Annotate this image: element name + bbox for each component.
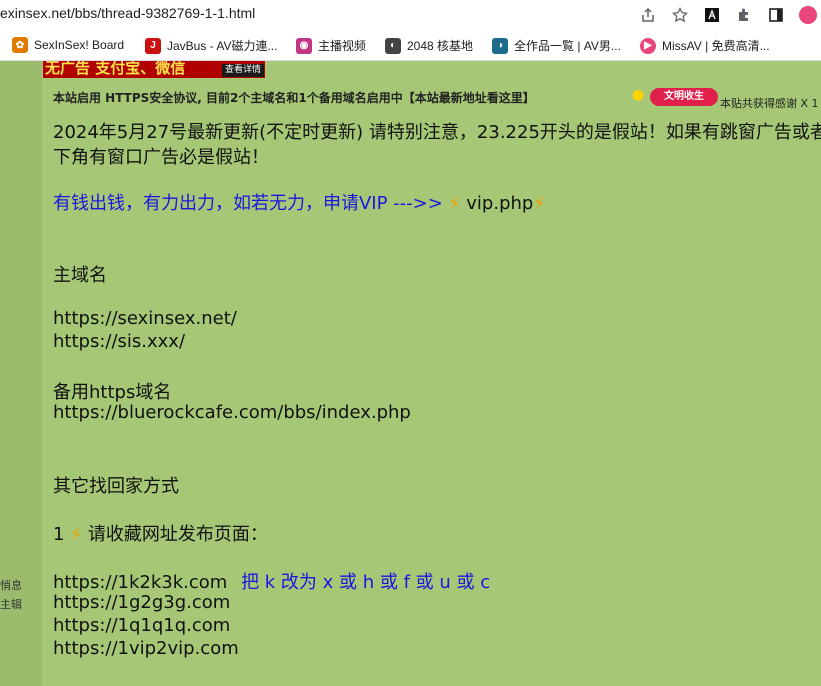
lightning-icon: ⚡ <box>448 194 461 214</box>
flower-icon: ✿ <box>12 37 28 53</box>
left-sidebar: 悄息 主辑 <box>0 61 42 686</box>
main-domain-url-1[interactable]: https://sexinsex.net/ <box>53 308 237 329</box>
bookmark-label: 全作品一覧 | AV男... <box>514 39 621 53</box>
backup-domain-title: 备用https域名 <box>53 382 172 403</box>
award-text: 本贴共获得感谢 X 1 <box>720 97 819 110</box>
lightbulb-icon: ● <box>632 87 645 103</box>
puzzle-icon[interactable] <box>735 6 753 24</box>
item-1-text: 请收藏网址发布页面： <box>87 524 268 545</box>
bookmark-streams[interactable]: ◉ 主播视频 <box>296 37 366 54</box>
url-hint: 把 k 改为 x 或 h 或 f 或 u 或 c <box>241 572 491 593</box>
share-icon[interactable] <box>639 6 657 24</box>
publish-url-1: https://1k2k3k.com 把 k 改为 x 或 h 或 f 或 u … <box>53 568 490 594</box>
bookmark-sexinsex[interactable]: ✿ SexInSex! Board <box>12 37 124 53</box>
publish-url-3[interactable]: https://1q1q1q.com <box>53 615 230 636</box>
update-line-1: 2024年5月27号最新更新(不定时更新) 请特别注意，23.225开头的是假站… <box>53 122 821 143</box>
extension-a-icon[interactable] <box>703 6 721 24</box>
publish-url-2[interactable]: https://1g2g3g.com <box>53 592 230 613</box>
post-content: 无广告 支付宝、微信 查看详情 本站启用 HTTPS安全协议, 目前2个主域名和… <box>42 61 821 686</box>
play-icon: ▶ <box>640 37 656 54</box>
bookmark-label: MissAV | 免费高清... <box>662 39 770 53</box>
item-1: 1 ⚡ 请收藏网址发布页面： <box>53 520 268 546</box>
publish-url-4[interactable]: https://1vip2vip.com <box>53 638 239 659</box>
bookmark-av-works[interactable]: ◑ 全作品一覧 | AV男... <box>492 37 621 54</box>
vip-link[interactable]: vip.php <box>466 193 533 214</box>
banner-text: 无广告 支付宝、微信 <box>45 61 186 77</box>
bookmark-label: 主播视频 <box>318 39 367 53</box>
address-bar[interactable]: exinsex.net/bbs/thread-9382769-1-1.html <box>0 0 821 30</box>
vip-line: 有钱出钱，有力出力，如若无力，申请VIP --->> ⚡ vip.php⚡ <box>53 189 545 215</box>
bookmark-missav[interactable]: ▶ MissAV | 免费高清... <box>640 37 770 54</box>
sidepanel-icon[interactable] <box>767 6 785 24</box>
update-line-2: 下角有窗口广告必是假站！ <box>53 147 269 168</box>
banner-details-button[interactable]: 查看详情 <box>221 64 264 77</box>
bookmark-2048[interactable]: ◐ 2048 核基地 <box>385 37 473 54</box>
camera-icon: ◉ <box>296 37 312 54</box>
sidebar-text-1[interactable]: 悄息 <box>0 577 22 593</box>
profile-avatar[interactable] <box>799 6 817 24</box>
lightning-icon: ⚡ <box>70 525 83 545</box>
sidebar-text-2[interactable]: 主辑 <box>0 596 22 612</box>
globe-icon: ◐ <box>385 37 401 54</box>
bookmark-label: SexInSex! Board <box>34 38 125 52</box>
bookmark-label: JavBus - AV磁力連... <box>167 39 278 53</box>
item-1-number: 1 <box>53 524 65 545</box>
publish-url-link[interactable]: https://1k2k3k.com <box>53 572 227 593</box>
lightning-icon: ⚡ <box>533 194 546 214</box>
javbus-icon: J <box>145 37 161 54</box>
star-icon[interactable] <box>671 6 689 24</box>
backup-domain-url[interactable]: https://bluerockcafe.com/bbs/index.php <box>53 402 411 423</box>
award-badge: 文明收生 <box>650 88 718 106</box>
main-domain-title: 主域名 <box>53 265 107 286</box>
ad-banner[interactable]: 无广告 支付宝、微信 查看详情 <box>43 61 265 78</box>
vip-appeal-link[interactable]: 有钱出钱，有力出力，如若无力，申请VIP --->> <box>53 193 443 214</box>
main-domain-url-2[interactable]: https://sis.xxx/ <box>53 331 185 352</box>
site-icon: ◑ <box>492 37 508 54</box>
bookmark-javbus[interactable]: J JavBus - AV磁力連... <box>145 37 277 54</box>
https-notice[interactable]: 本站启用 HTTPS安全协议, 目前2个主域名和1个备用域名启用中【本站最新地址… <box>53 89 535 106</box>
other-ways-title: 其它找回家方式 <box>53 476 179 497</box>
bookmark-label: 2048 核基地 <box>407 39 474 53</box>
url-text[interactable]: exinsex.net/bbs/thread-9382769-1-1.html <box>0 5 255 21</box>
bookmarks-bar: ✿ SexInSex! Board J JavBus - AV磁力連... ◉ … <box>0 30 821 61</box>
